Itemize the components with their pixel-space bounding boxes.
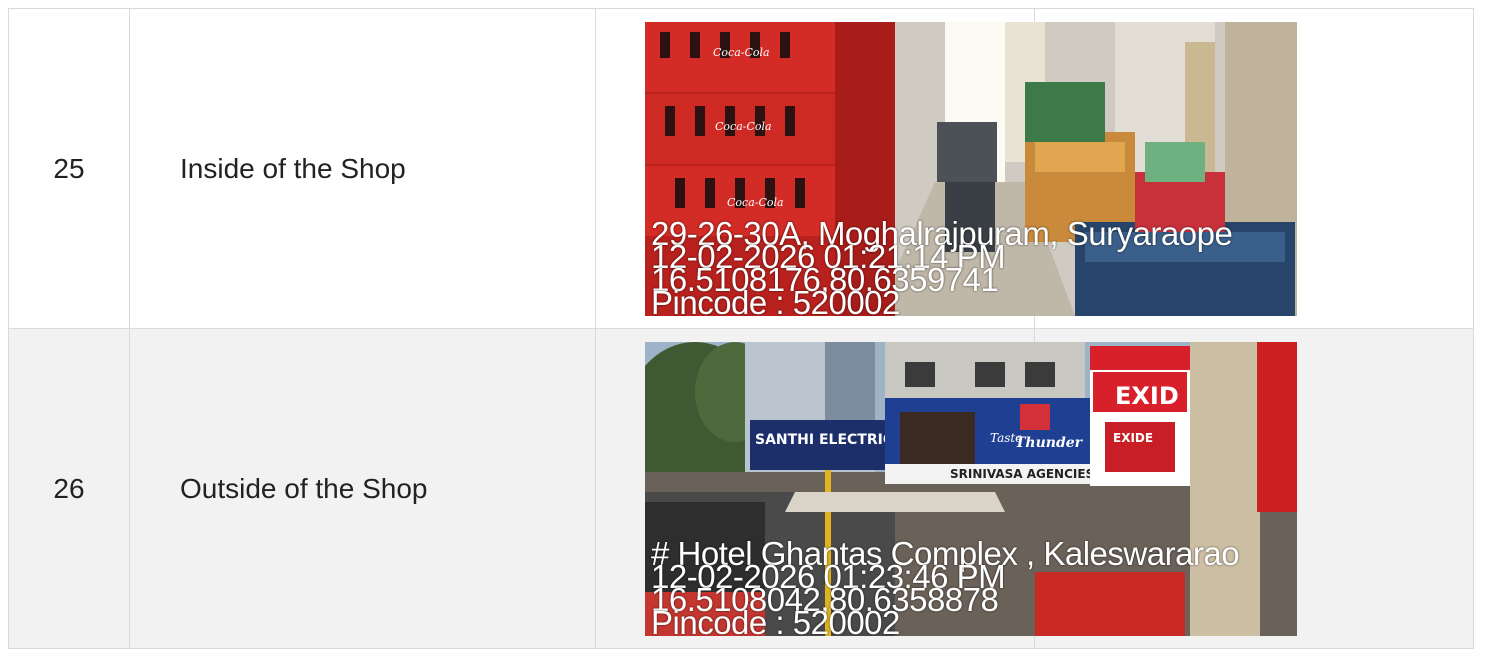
photo-table: 25 Inside of the Shop Coca-Cola Coca-Col… (8, 8, 1474, 649)
table-row: 26 Outside of the Shop SANTHI ELECTRICA … (8, 328, 1474, 649)
exide-box-text: EXIDE (1113, 431, 1153, 445)
row-label: Inside of the Shop (129, 8, 596, 329)
photo-geotag-stamp: 29-26-30A, Moghalrajpuram, Suryaraope 12… (651, 217, 1233, 316)
shop-outside-photo: SANTHI ELECTRICA Taste Thunder SRINIVASA… (645, 341, 1297, 636)
exide-sign-text: EXID (1115, 382, 1179, 410)
photo-geotag-stamp: # Hotel Ghantas Complex , Kaleswararao 1… (651, 537, 1240, 636)
photo-cell: SANTHI ELECTRICA Taste Thunder SRINIVASA… (595, 328, 1297, 649)
crate-brand-text: Coca-Cola (715, 120, 772, 133)
row-number: 26 (8, 328, 130, 649)
banner-tagline-text: Thunder (1015, 435, 1084, 451)
crate-brand-text: Coca-Cola (727, 196, 784, 209)
row-label: Outside of the Shop (129, 328, 596, 649)
agencies-sign-text: SRINIVASA AGENCIES (950, 467, 1094, 481)
electricals-sign-text: SANTHI ELECTRICA (755, 432, 904, 448)
row-number: 25 (8, 8, 130, 329)
photo-cell: Coca-Cola Coca-Cola Coca-Cola 29-26-30A,… (595, 8, 1297, 329)
crate-brand-text: Coca-Cola (713, 46, 770, 59)
photo-table-container: 25 Inside of the Shop Coca-Cola Coca-Col… (8, 8, 1474, 658)
shop-inside-photo: Coca-Cola Coca-Cola Coca-Cola 29-26-30A,… (645, 21, 1297, 316)
table-row: 25 Inside of the Shop Coca-Cola Coca-Col… (8, 8, 1474, 329)
